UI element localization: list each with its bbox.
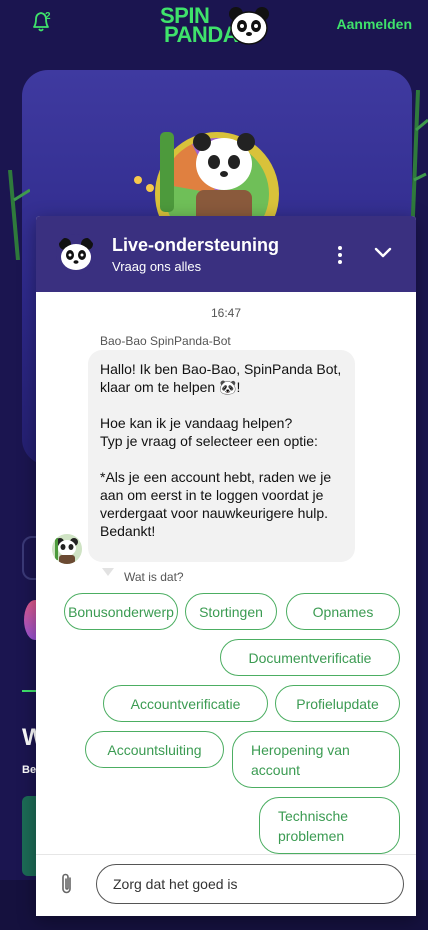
- panda-logo-icon: [229, 7, 269, 45]
- what-is-that-link[interactable]: Wat is dat?: [124, 570, 184, 584]
- message-input[interactable]: [96, 864, 404, 904]
- background-subheading: Be: [22, 764, 37, 776]
- panda-wheel-illustration: [134, 132, 279, 224]
- bot-message-bubble: Hallo! Ik ben Bao-Bao, SpinPanda Bot, kl…: [88, 350, 355, 562]
- logo-line2: PANDA: [164, 22, 239, 47]
- paperclip-icon[interactable]: [58, 872, 76, 896]
- chevron-down-icon[interactable]: [374, 246, 392, 260]
- option-profielupdate[interactable]: Profielupdate: [275, 685, 400, 722]
- logo-wordmark: SPIN PANDA: [160, 5, 239, 47]
- chat-widget: Live-ondersteuning Vraag ons alles 16:47…: [36, 216, 416, 916]
- option-stortingen[interactable]: Stortingen: [185, 593, 277, 630]
- bot-name: Bao-Bao SpinPanda-Bot: [100, 334, 231, 348]
- site-header: 2 SPIN PANDA Aanmelden: [0, 0, 428, 50]
- option-accountverificatie[interactable]: Accountverificatie: [103, 685, 268, 722]
- chat-header: Live-ondersteuning Vraag ons alles: [36, 216, 416, 292]
- more-options-icon[interactable]: [334, 244, 346, 264]
- chat-title: Live-ondersteuning: [112, 235, 280, 255]
- option-bonusonderwerp[interactable]: Bonusonderwerp: [64, 593, 178, 630]
- option-opnames[interactable]: Opnames: [286, 593, 400, 630]
- option-heropening-van-account[interactable]: Heropening van account: [232, 731, 400, 788]
- notification-bell-icon[interactable]: 2: [30, 9, 54, 35]
- option-technische-problemen[interactable]: Technische problemen: [259, 797, 400, 854]
- message-timestamp: 16:47: [210, 306, 242, 320]
- login-button[interactable]: Aanmelden: [337, 16, 412, 32]
- option-documentverificatie[interactable]: Documentverificatie: [220, 639, 400, 676]
- message-tail: [102, 568, 114, 576]
- bamboo-decoration-icon: [8, 170, 30, 260]
- bot-small-avatar-icon: [52, 534, 82, 564]
- notification-count: 2: [45, 11, 51, 22]
- bot-avatar-icon: [56, 234, 96, 274]
- option-accountsluiting[interactable]: Accountsluiting: [85, 731, 224, 768]
- composer-divider: [36, 854, 416, 855]
- chat-subtitle: Vraag ons alles: [112, 259, 202, 274]
- spinpanda-logo[interactable]: SPIN PANDA: [160, 4, 275, 48]
